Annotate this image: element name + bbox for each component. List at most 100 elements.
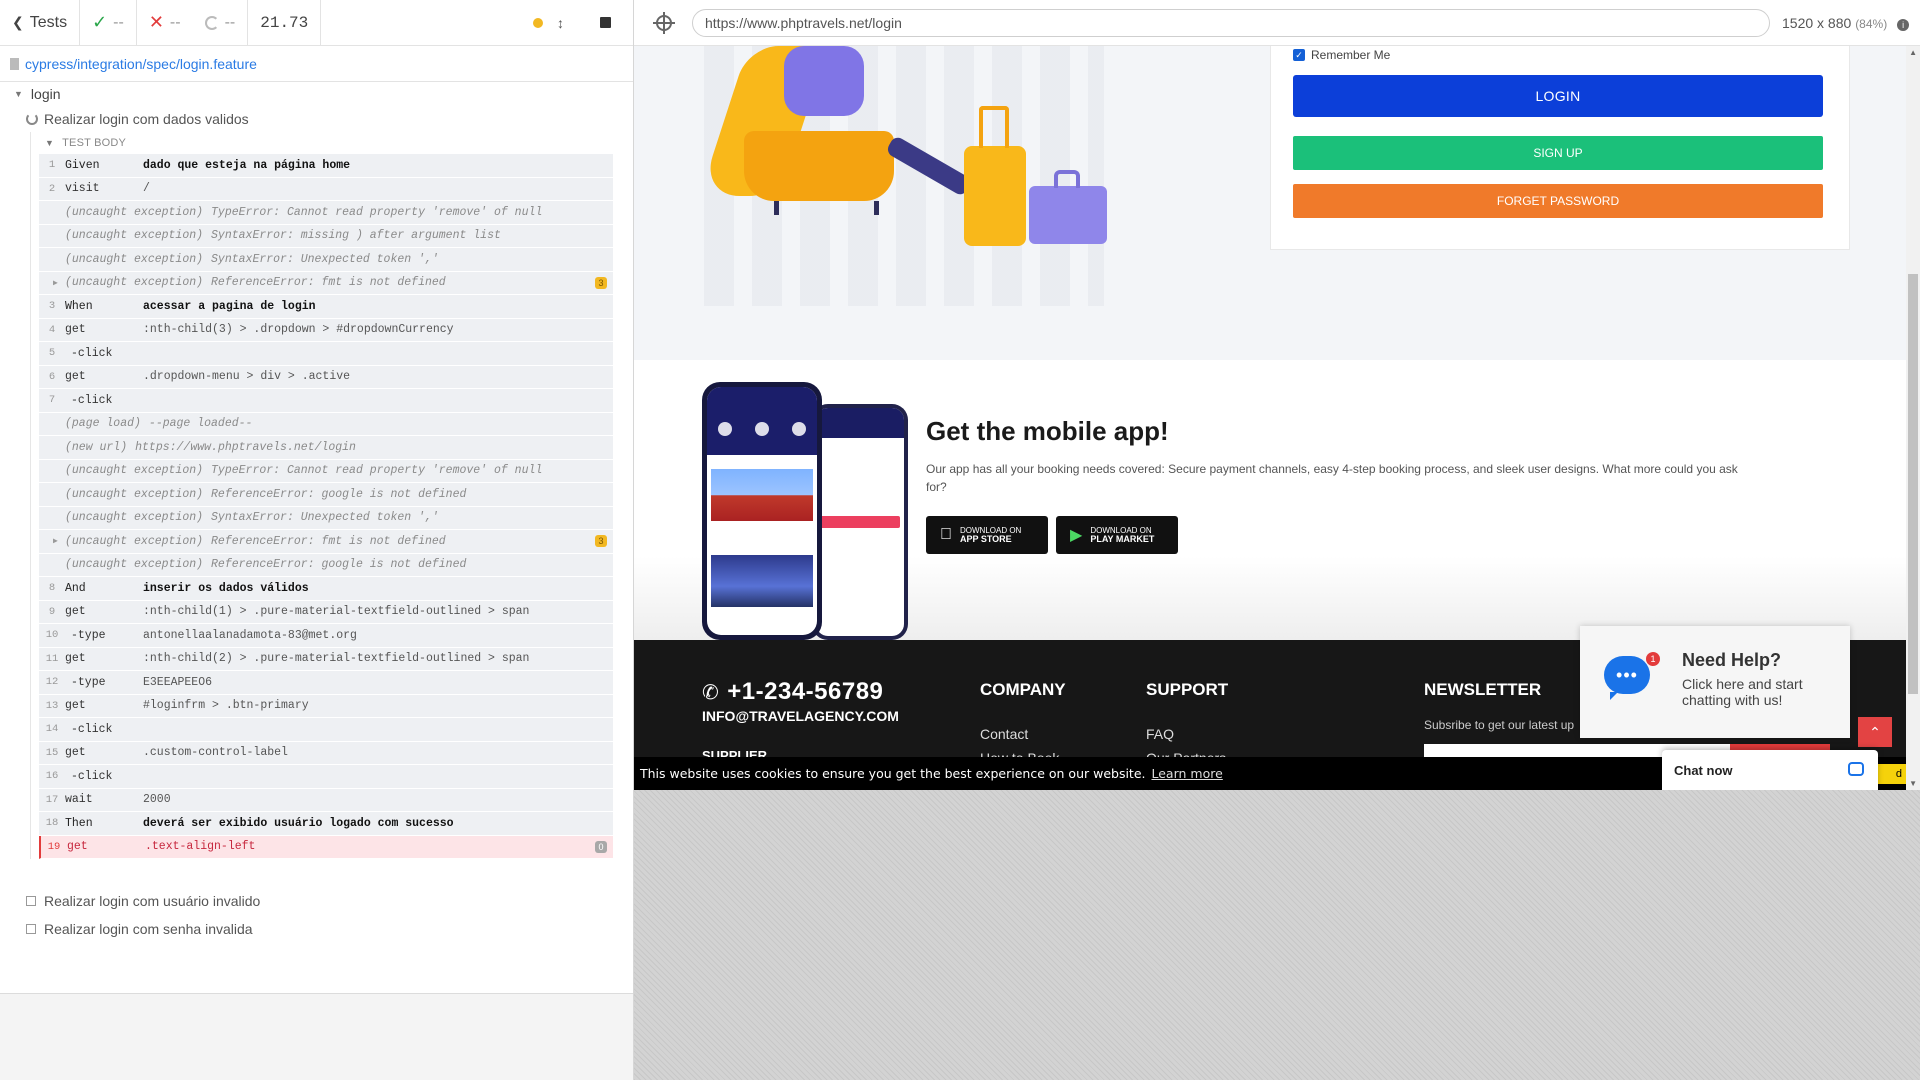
footer-link-faq[interactable]: FAQ [1146,726,1174,742]
selector-playground-icon[interactable] [653,11,675,34]
spec-path-link[interactable]: cypress/integration/spec/login.feature [25,56,257,72]
scroll-to-top-button[interactable]: ⌃ [1858,717,1892,747]
count-badge: 3 [595,535,607,548]
caret-down-icon: ▼ [14,89,23,99]
command-row[interactable]: 5 -click [39,342,613,366]
command-row-event[interactable]: (uncaught exception) SyntaxError: missing… [39,224,613,248]
scrollbar-thumb[interactable] [1908,274,1918,694]
forget-password-button[interactable]: FORGET PASSWORD [1293,184,1823,218]
command-row[interactable]: 9 get:nth-child(1) > .pure-material-textf… [39,600,613,624]
play-market-button[interactable]: ▶ DOWNLOAD ON PLAY MARKET [1056,516,1178,554]
app-store-button[interactable]:  DOWNLOAD ON APP STORE [926,516,1048,554]
command-row-failed[interactable]: 19 get .text-align-left 0 [39,835,613,859]
expand-caret-icon[interactable]: ▶ [53,278,58,288]
signup-button[interactable]: SIGN UP [1293,136,1823,170]
url-field[interactable]: https://www.phptravels.net/login [692,8,1770,37]
command-row-event[interactable]: (uncaught exception) ReferenceError: goog… [39,553,613,577]
command-row[interactable]: 4 get:nth-child(3) > .dropdown > #dropdow… [39,318,613,342]
command-row[interactable]: 15 get .custom-control-label [39,741,613,765]
viewport-zoom: (84%) [1855,16,1888,31]
command-row-event[interactable]: (uncaught exception) TypeError: Cannot re… [39,459,613,483]
command-row[interactable]: 6 get .dropdown-menu > div > .active [39,365,613,389]
info-icon: i [1897,18,1910,31]
command-number: 14 [45,723,59,736]
test-name: Realizar login com senha invalida [44,921,253,937]
command-row-event[interactable]: ▶ (uncaught exception) ReferenceError: fmt… [39,530,613,554]
command-message: https://www.phptravels.net/login [135,440,356,454]
command-row[interactable]: 13 get #loginfrm > .btn-primary [39,694,613,718]
test-body-header[interactable]: ▼ TEST BODY [31,132,613,154]
command-message: .text-align-left [145,840,256,854]
command-number: 13 [45,699,59,712]
command-row-event[interactable]: (uncaught exception) TypeError: Cannot re… [39,201,613,225]
viewport-info[interactable]: 1520 x 880 (84%) i [1782,15,1910,31]
footer-phone[interactable]: ✆ +1-234-56789 [702,678,883,706]
test-name: Realizar login com dados validos [44,111,249,127]
apple-icon:  [940,526,952,544]
command-row[interactable]: 11 get:nth-child(2) > .pure-material-text… [39,647,613,671]
command-name: -click [71,722,113,736]
command-row-event[interactable]: (page load) --page loaded-- [39,412,613,436]
suite-title[interactable]: ▼ login [0,82,633,106]
command-row[interactable]: 7 -click [39,389,613,413]
login-button[interactable]: LOGIN [1293,75,1823,117]
footer-email[interactable]: INFO@TRAVELAGENCY.COM [702,708,899,724]
pending-circle-icon [204,15,219,30]
duration: 21.73 [248,0,322,45]
command-row[interactable]: 14 -click [39,718,613,742]
command-message: .dropdown-menu > div > .active [143,370,351,384]
command-row[interactable]: 3 When acessar a pagina de login [39,295,613,319]
page-scrollbar[interactable]: ▲ ▼ [1906,46,1920,790]
command-row[interactable]: 18 Then deverá ser exibido usuário logado … [39,812,613,836]
scroll-up-arrow-icon[interactable]: ▲ [1909,48,1917,57]
square-icon [26,896,36,906]
checkbox-checked-icon: ✓ [1293,49,1305,61]
test-title-senha-invalida[interactable]: Realizar login com senha invalida [0,915,633,943]
command-name: get [67,840,88,854]
expand-caret-icon[interactable]: ▶ [53,536,58,546]
command-message: SyntaxError: Unexpected token ',' [211,252,439,266]
command-row[interactable]: 16 -click [39,765,613,789]
help-title: Need Help? [1682,650,1782,670]
command-row[interactable]: 12 -type E3EEAPEEO6 [39,671,613,695]
test-name: Realizar login com usuário invalido [44,893,261,909]
command-row[interactable]: 1 Given dado que esteja na página home [39,154,613,178]
command-number: 6 [48,370,56,383]
autoscroll-toggle-icon[interactable]: ↕ [557,15,564,31]
chat-icon [1848,762,1864,776]
test-title-usuario-invalido[interactable]: Realizar login com usuário invalido [0,887,633,915]
command-row[interactable]: 17 wait 2000 [39,788,613,812]
command-name: (new url) [65,440,128,454]
command-message: TypeError: Cannot read property 'remove'… [211,464,543,478]
suitcase-yellow-illustration [964,106,1026,246]
failed-count: ✕ -- [137,0,193,45]
command-row[interactable]: 2 visit / [39,177,613,201]
command-row[interactable]: 8 And inserir os dados válidos [39,577,613,601]
command-number: 18 [45,817,59,830]
chat-now-bar[interactable]: Chat now [1662,750,1878,790]
command-row-event[interactable]: (uncaught exception) SyntaxError: Unexpec… [39,248,613,272]
stats-bar: ❮ Tests ✓ -- ✕ -- -- 21.73 ↕ [0,0,633,46]
command-row-event[interactable]: (uncaught exception) SyntaxError: Unexpec… [39,506,613,530]
command-row-event[interactable]: (uncaught exception) ReferenceError: goog… [39,483,613,507]
cookie-learn-more-link[interactable]: Learn more [1152,766,1223,781]
footer-link-contact[interactable]: Contact [980,726,1028,742]
command-row-event[interactable]: ▶ (uncaught exception) ReferenceError: fmt… [39,271,613,295]
traveler-illustration [784,46,864,116]
cypress-reporter: ❮ Tests ✓ -- ✕ -- -- 21.73 ↕ cypress/int… [0,0,634,1080]
test-title-running[interactable]: Realizar login com dados validos [0,106,633,132]
command-row[interactable]: 10 -type antonellaalanadamota-83@met.org [39,624,613,648]
hero-section: ✓ Remember Me LOGIN SIGN UP FORGET PASSW… [634,46,1906,360]
scroll-down-arrow-icon[interactable]: ▼ [1909,779,1917,788]
need-help-widget[interactable]: ••• 1 Need Help? Click here and start ch… [1580,626,1850,738]
command-message: SyntaxError: Unexpected token ',' [211,511,439,525]
stop-button-icon[interactable] [600,17,611,28]
mobile-app-title: Get the mobile app! [926,416,1169,446]
remember-me-checkbox[interactable]: ✓ Remember Me [1293,48,1390,62]
mobile-app-section: Get the mobile app! Our app has all your… [634,360,1906,640]
tests-back-button[interactable]: ❮ Tests [0,0,81,45]
newsletter-subtitle: Subsribe to get our latest up [1424,718,1575,732]
command-row-event[interactable]: (new url) https://www.phptravels.net/logi… [39,436,613,460]
mobile-app-description: Our app has all your booking needs cover… [926,462,1738,494]
command-name: (uncaught exception) [65,464,204,478]
